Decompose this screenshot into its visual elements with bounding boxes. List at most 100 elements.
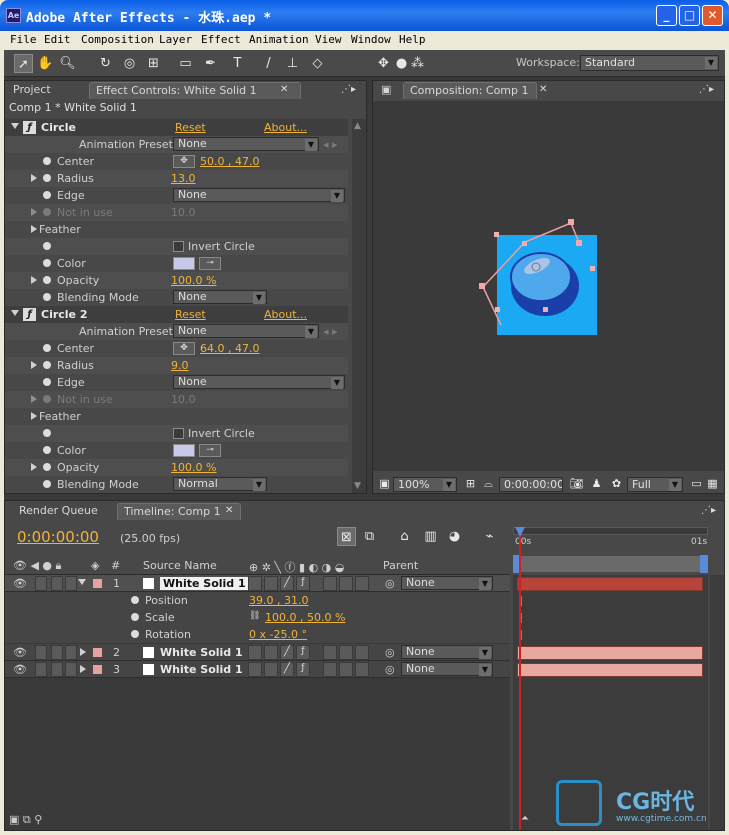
zoom-out-icon[interactable]: ⏶ bbox=[521, 813, 529, 824]
expand-triangle-icon[interactable] bbox=[31, 463, 37, 471]
adjustment-switch[interactable] bbox=[339, 576, 353, 591]
brush-tool-icon[interactable]: / bbox=[259, 54, 278, 73]
tab-project[interactable]: Project bbox=[7, 82, 79, 99]
3d-switch[interactable] bbox=[355, 662, 369, 677]
preset-nav-icons[interactable]: ◂ ▸ bbox=[323, 325, 338, 338]
stopwatch-icon[interactable] bbox=[43, 429, 51, 437]
close-icon[interactable]: ✕ bbox=[539, 84, 547, 95]
pickwhip-icon[interactable]: ◎ bbox=[385, 646, 395, 659]
audio-toggle[interactable] bbox=[35, 645, 47, 660]
presets-select[interactable]: None ▼ bbox=[173, 324, 319, 338]
maximize-button[interactable]: □ bbox=[679, 5, 700, 26]
comp-canvas[interactable] bbox=[373, 101, 724, 471]
snapshot-icon[interactable]: 📷︎ bbox=[567, 474, 586, 493]
menu-effect[interactable]: Effect bbox=[201, 33, 241, 46]
label-color-swatch[interactable] bbox=[93, 648, 102, 657]
stopwatch-icon[interactable] bbox=[43, 361, 51, 369]
layer-handle[interactable] bbox=[522, 241, 527, 246]
keyframe-handle[interactable] bbox=[576, 240, 582, 246]
graph-editor-icon[interactable]: ⌁ bbox=[480, 527, 499, 546]
edge-select[interactable]: None ▼ bbox=[173, 375, 345, 389]
radius-value[interactable]: 13.0 bbox=[171, 172, 196, 185]
axis-mode-icon[interactable]: ✥ bbox=[374, 54, 393, 73]
safe-zones-icon[interactable]: ⊞ bbox=[461, 474, 480, 493]
expand-triangle-icon[interactable] bbox=[80, 648, 86, 656]
close-button[interactable]: ✕ bbox=[702, 5, 723, 26]
comp-timecode-field[interactable]: 0:00:00:00 bbox=[499, 477, 563, 492]
show-snapshot-icon[interactable]: ♟ bbox=[587, 474, 606, 493]
menu-layer[interactable]: Layer bbox=[159, 33, 192, 46]
eye-icon[interactable]: 👁︎ bbox=[13, 577, 27, 590]
stopwatch-icon[interactable] bbox=[43, 463, 51, 471]
effect-switch[interactable]: ƒ bbox=[296, 645, 310, 660]
layer-duration-bar[interactable] bbox=[517, 663, 703, 677]
label-color-swatch[interactable] bbox=[93, 665, 102, 674]
quality-switch[interactable]: ╱ bbox=[280, 662, 294, 677]
3d-switch[interactable] bbox=[355, 576, 369, 591]
timeline-footer-icons[interactable]: ▣ ⧉ ⚲ bbox=[9, 813, 69, 829]
expand-triangle-icon[interactable] bbox=[11, 123, 19, 129]
property-value[interactable]: 39.0 , 31.0 bbox=[249, 594, 308, 607]
eraser-tool-icon[interactable]: ◇ bbox=[308, 54, 327, 73]
zoom-tool-icon[interactable]: 🔍︎ bbox=[58, 54, 77, 73]
view-axis-icon[interactable]: ⁂ bbox=[408, 54, 427, 73]
lock-toggle[interactable] bbox=[65, 645, 77, 660]
parent-column-header[interactable]: Parent bbox=[383, 559, 418, 572]
pickwhip-icon[interactable]: ◎ bbox=[385, 577, 395, 590]
resolution-select[interactable]: Full ▼ bbox=[627, 477, 683, 492]
stopwatch-icon[interactable] bbox=[43, 480, 51, 488]
selection-tool-icon[interactable]: ➚ bbox=[14, 54, 33, 73]
collapse-switch[interactable] bbox=[264, 645, 278, 660]
fx-toggle-icon[interactable]: ƒ bbox=[23, 308, 36, 321]
collapse-switch[interactable] bbox=[264, 576, 278, 591]
tab-timeline[interactable]: Timeline: Comp 1 bbox=[117, 503, 241, 520]
stopwatch-icon[interactable] bbox=[43, 259, 51, 267]
expand-triangle-icon[interactable] bbox=[80, 665, 86, 673]
layer-row[interactable]: 👁︎ 1 White Solid 1 ╱ ƒ ◎ None ▼ bbox=[5, 575, 510, 592]
audio-toggle[interactable] bbox=[35, 576, 47, 591]
effect-switch[interactable]: ƒ bbox=[296, 576, 310, 591]
color-swatch[interactable] bbox=[173, 257, 195, 270]
tab-effect-controls[interactable]: Effect Controls: White Solid 1 bbox=[89, 82, 301, 99]
parent-select[interactable]: None ▼ bbox=[401, 576, 493, 590]
layer-row[interactable]: 👁︎ 2 White Solid 1 ╱ ƒ ◎ None ▼ bbox=[5, 644, 510, 661]
expand-triangle-icon[interactable] bbox=[11, 310, 19, 316]
stopwatch-icon[interactable] bbox=[43, 242, 51, 250]
timeline-timecode[interactable]: 0:00:00:00 bbox=[17, 528, 99, 546]
zoom-select[interactable]: 100% ▼ bbox=[393, 477, 457, 492]
layer-handle[interactable] bbox=[495, 307, 500, 312]
stopwatch-icon[interactable] bbox=[131, 596, 139, 604]
parent-select[interactable]: None ▼ bbox=[401, 645, 493, 659]
eye-icon[interactable]: 👁︎ bbox=[13, 663, 27, 676]
stopwatch-icon[interactable] bbox=[43, 344, 51, 352]
stopwatch-icon[interactable] bbox=[43, 378, 51, 386]
minimize-button[interactable]: _ bbox=[656, 5, 677, 26]
3d-switch[interactable] bbox=[355, 645, 369, 660]
hand-tool-icon[interactable]: ✋ bbox=[36, 54, 55, 73]
comp-lock-icon[interactable]: ▣ bbox=[375, 82, 399, 99]
channel-icon[interactable]: ✿ bbox=[607, 474, 626, 493]
invert-checkbox[interactable] bbox=[173, 428, 184, 439]
stopwatch-icon[interactable] bbox=[43, 446, 51, 454]
stopwatch-icon[interactable] bbox=[131, 613, 139, 621]
adjustment-switch[interactable] bbox=[339, 645, 353, 660]
menu-edit[interactable]: Edit bbox=[44, 33, 71, 46]
opacity-value[interactable]: 100.0 % bbox=[171, 274, 216, 287]
motion-blur-icon[interactable]: ◕ bbox=[445, 527, 464, 546]
effect-scrollbar[interactable]: ▲ ▼ bbox=[352, 119, 366, 493]
panel-menu-icon[interactable]: ⋰▸ bbox=[341, 84, 356, 95]
keyframe-handle[interactable] bbox=[568, 219, 574, 225]
layer-handle[interactable] bbox=[590, 266, 595, 271]
stopwatch-icon[interactable] bbox=[43, 293, 51, 301]
edge-select[interactable]: None ▼ bbox=[173, 188, 345, 202]
pan-behind-icon[interactable]: ⊞ bbox=[144, 54, 163, 73]
solo-toggle[interactable] bbox=[51, 645, 63, 660]
motion-blur-switch[interactable] bbox=[323, 662, 337, 677]
lock-toggle[interactable] bbox=[65, 662, 77, 677]
menu-window[interactable]: Window bbox=[351, 33, 391, 46]
parent-select[interactable]: None ▼ bbox=[401, 662, 493, 676]
preset-nav-icons[interactable]: ◂ ▸ bbox=[323, 138, 338, 151]
solo-toggle[interactable] bbox=[51, 576, 63, 591]
scroll-up-icon[interactable]: ▲ bbox=[354, 121, 361, 131]
panel-menu-icon[interactable]: ⋰▸ bbox=[701, 505, 716, 516]
